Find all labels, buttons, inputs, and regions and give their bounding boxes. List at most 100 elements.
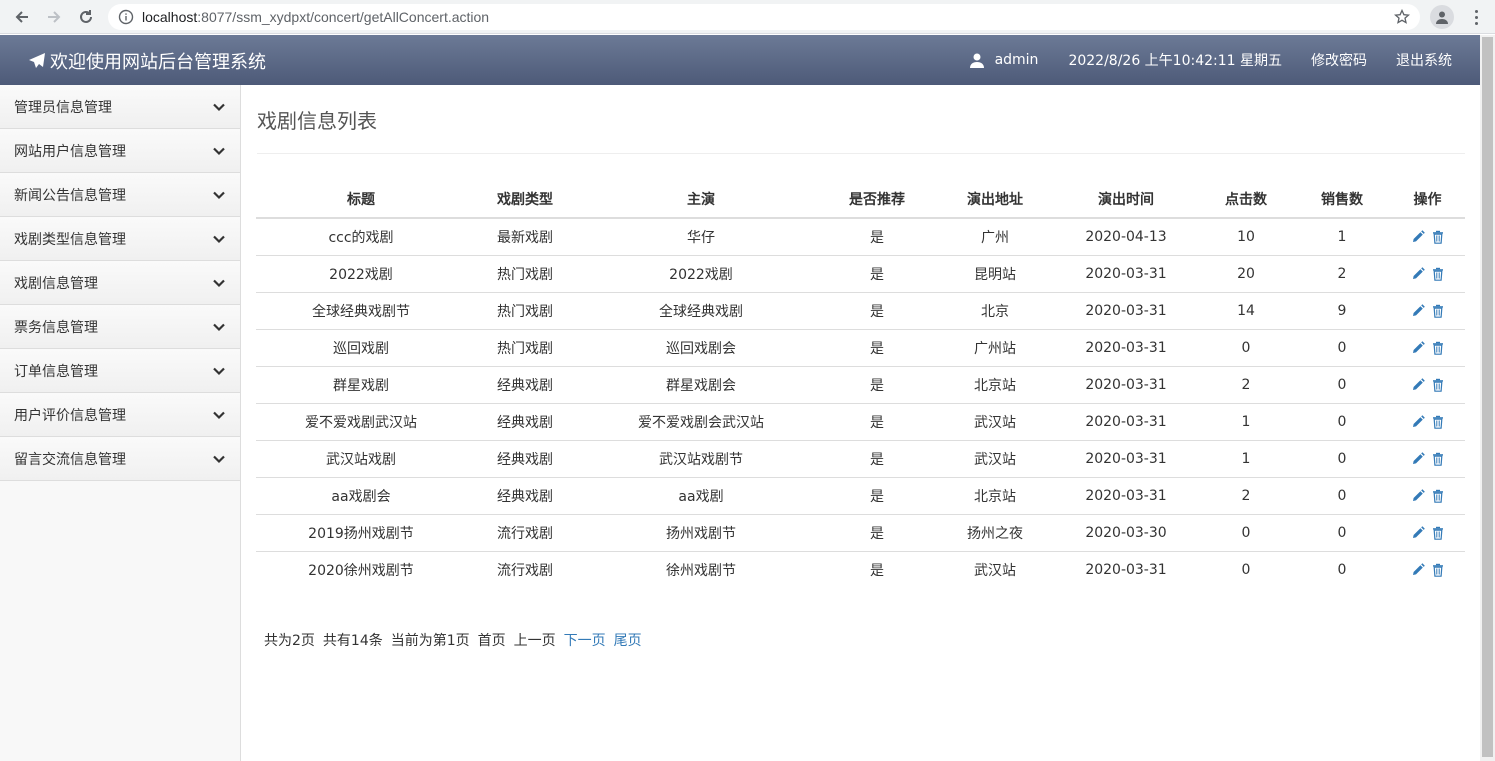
table-cell: 0 xyxy=(1294,513,1390,551)
reload-icon[interactable] xyxy=(70,1,102,33)
table-row: 2022戏剧 热门戏剧 2022戏剧是昆明站 2020-03-31 20 2 xyxy=(256,254,1465,292)
table-cell: 0 xyxy=(1294,550,1390,588)
sidebar-item-label: 订单信息管理 xyxy=(14,363,98,380)
pager-last-link[interactable]: 尾页 xyxy=(614,630,642,650)
edit-pencil-icon[interactable] xyxy=(1411,414,1425,429)
table-cell: 是 xyxy=(818,328,936,366)
table-cell: 2020徐州戏剧节 xyxy=(256,550,466,588)
table-cell: 武汉站戏剧 xyxy=(256,439,466,477)
table-cell: 热门戏剧 xyxy=(466,254,584,292)
table-cell: 0 xyxy=(1294,476,1390,514)
column-header: 标题 xyxy=(256,181,466,219)
sidebar-item[interactable]: 留言交流信息管理 xyxy=(0,437,240,481)
table-cell: 经典戏剧 xyxy=(466,476,584,514)
paper-plane-icon xyxy=(29,53,45,68)
pager-total-items: 共有14条 xyxy=(322,633,383,649)
table-cell: 0 xyxy=(1294,439,1390,477)
edit-pencil-icon[interactable] xyxy=(1411,303,1425,318)
table-cell: 是 xyxy=(818,476,936,514)
row-actions xyxy=(1390,328,1465,366)
table-row: ccc的戏剧 最新戏剧 华仔是广州 2020-04-13 10 1 xyxy=(256,217,1465,255)
table-cell: 广州 xyxy=(936,217,1054,255)
table-cell: 0 xyxy=(1294,365,1390,403)
browser-toolbar: localhost:8077/ssm_xydpxt/concert/getAll… xyxy=(0,0,1495,34)
pagination: 共为2页 共有14条 当前为第1页 首页 上一页 下一页 尾页 xyxy=(264,630,642,650)
edit-pencil-icon[interactable] xyxy=(1411,563,1425,577)
change-password-link[interactable]: 修改密码 xyxy=(1311,50,1367,70)
header-datetime: 2022/8/26 上午10:42:11 星期五 xyxy=(1068,53,1282,69)
scrollbar-thumb[interactable] xyxy=(1482,37,1493,757)
table-cell: 2 xyxy=(1294,254,1390,292)
table-cell: 广州站 xyxy=(936,328,1054,366)
table-cell: 流行戏剧 xyxy=(466,513,584,551)
sidebar-item[interactable]: 票务信息管理 xyxy=(0,305,240,349)
edit-pencil-icon[interactable] xyxy=(1411,266,1425,281)
table-cell: 昆明站 xyxy=(936,254,1054,292)
table-cell: 2020-03-30 xyxy=(1054,513,1198,551)
table-cell: 北京站 xyxy=(936,365,1054,403)
delete-trash-icon[interactable] xyxy=(1431,341,1445,355)
edit-pencil-icon[interactable] xyxy=(1411,377,1425,392)
sidebar-item[interactable]: 网站用户信息管理 xyxy=(0,129,240,173)
table-cell: 0 xyxy=(1294,402,1390,440)
column-header: 戏剧类型 xyxy=(466,181,584,219)
site-info-icon[interactable] xyxy=(118,9,134,28)
table-cell: 2020-03-31 xyxy=(1054,254,1198,292)
delete-trash-icon[interactable] xyxy=(1431,230,1445,244)
current-user: admin xyxy=(969,52,1038,68)
delete-trash-icon[interactable] xyxy=(1431,489,1445,503)
sidebar-item[interactable]: 戏剧信息管理 xyxy=(0,261,240,305)
column-header: 操作 xyxy=(1390,181,1465,219)
browser-menu-icon[interactable] xyxy=(1468,6,1484,28)
sidebar-item-label: 戏剧类型信息管理 xyxy=(14,231,126,248)
table-cell: 武汉站戏剧节 xyxy=(584,439,818,477)
table-cell: 2020-03-31 xyxy=(1054,550,1198,588)
edit-pencil-icon[interactable] xyxy=(1411,451,1425,466)
table-cell: 群星戏剧 xyxy=(256,365,466,403)
pager-next-link[interactable]: 下一页 xyxy=(564,630,606,650)
table-cell: 20 xyxy=(1198,254,1294,292)
profile-avatar-icon[interactable] xyxy=(1430,5,1454,29)
table-cell: 是 xyxy=(818,513,936,551)
table-cell: 10 xyxy=(1198,217,1294,255)
sidebar-item[interactable]: 管理员信息管理 xyxy=(0,85,240,129)
forward-arrow-icon[interactable] xyxy=(38,1,70,33)
delete-trash-icon[interactable] xyxy=(1431,378,1445,392)
delete-trash-icon[interactable] xyxy=(1431,304,1445,318)
edit-pencil-icon[interactable] xyxy=(1411,230,1425,244)
delete-trash-icon[interactable] xyxy=(1431,526,1445,540)
table-cell: 2 xyxy=(1198,476,1294,514)
chevron-down-icon xyxy=(213,147,225,155)
table-header-row: 标题 戏剧类型 主演 是否推荐 演出地址 演出时间 点击数 销售数 操作 xyxy=(256,181,1465,219)
drama-table: 标题 戏剧类型 主演 是否推荐 演出地址 演出时间 点击数 销售数 操作 ccc的戏剧 最新戏剧华… xyxy=(256,181,1465,588)
delete-trash-icon[interactable] xyxy=(1431,452,1445,466)
edit-pencil-icon[interactable] xyxy=(1411,340,1425,355)
column-header: 是否推荐 xyxy=(818,181,936,219)
address-bar[interactable]: localhost:8077/ssm_xydpxt/concert/getAll… xyxy=(108,4,1420,30)
table-cell: 流行戏剧 xyxy=(466,550,584,588)
sidebar-item-label: 戏剧信息管理 xyxy=(14,275,98,292)
sidebar-item[interactable]: 订单信息管理 xyxy=(0,349,240,393)
sidebar-item-label: 新闻公告信息管理 xyxy=(14,187,126,204)
sidebar-item[interactable]: 用户评价信息管理 xyxy=(0,393,240,437)
delete-trash-icon[interactable] xyxy=(1431,563,1445,577)
delete-trash-icon[interactable] xyxy=(1431,415,1445,429)
table-cell: 2020-03-31 xyxy=(1054,439,1198,477)
table-cell: 2020-03-31 xyxy=(1054,402,1198,440)
table-cell: 是 xyxy=(818,217,936,255)
sidebar-item[interactable]: 戏剧类型信息管理 xyxy=(0,217,240,261)
back-arrow-icon[interactable] xyxy=(6,1,38,33)
table-cell: 热门戏剧 xyxy=(466,291,584,329)
page-scrollbar[interactable] xyxy=(1480,35,1495,761)
table-cell: 是 xyxy=(818,439,936,477)
column-header: 演出时间 xyxy=(1054,181,1198,219)
logout-link[interactable]: 退出系统 xyxy=(1396,50,1452,70)
table-cell: 华仔 xyxy=(584,217,818,255)
sidebar-item[interactable]: 新闻公告信息管理 xyxy=(0,173,240,217)
edit-pencil-icon[interactable] xyxy=(1411,488,1425,503)
column-header: 销售数 xyxy=(1294,181,1390,219)
edit-pencil-icon[interactable] xyxy=(1411,525,1425,540)
table-cell: 2020-03-31 xyxy=(1054,291,1198,329)
bookmark-star-icon[interactable] xyxy=(1393,8,1411,28)
delete-trash-icon[interactable] xyxy=(1431,267,1445,281)
